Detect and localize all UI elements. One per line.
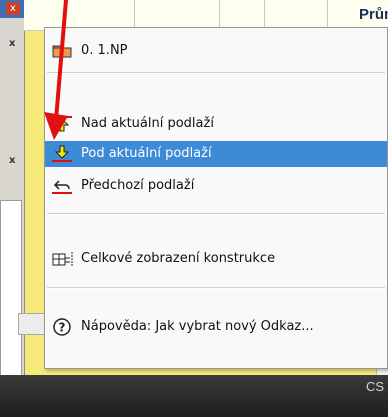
- menu-item-floor-1np[interactable]: 0. 1.NP: [45, 38, 387, 64]
- menu-item-floor-above[interactable]: Nad aktuální podlaží: [45, 111, 387, 137]
- menu-item-whole-structure[interactable]: Celkové zobrazení konstrukce: [45, 246, 387, 272]
- menu-item-label: Celkové zobrazení konstrukce: [81, 251, 276, 266]
- menu-separator: [47, 287, 385, 289]
- arrow-down-icon: [51, 145, 73, 163]
- menu-separator: [47, 72, 385, 74]
- panel-close-icon[interactable]: x: [9, 155, 15, 166]
- svg-text:?: ?: [59, 321, 66, 335]
- column-divider: [134, 0, 135, 30]
- arrow-up-icon: [51, 115, 73, 133]
- column-header-title[interactable]: Průmě: [359, 6, 388, 23]
- column-divider: [327, 0, 328, 30]
- bottom-bar-text: CS: [365, 379, 384, 394]
- menu-item-label: Pod aktuální podlaží: [81, 146, 212, 161]
- context-menu: 0. 1.NP Nad aktuální podlaží Pod aktuáln…: [44, 27, 388, 369]
- menu-separator: [47, 213, 385, 215]
- back-arrow-icon: [51, 177, 73, 195]
- menu-item-label: 0. 1.NP: [81, 43, 128, 58]
- column-divider: [64, 0, 65, 30]
- menu-item-label: Předchozí podlaží: [81, 178, 195, 193]
- help-icon: ?: [51, 318, 73, 336]
- left-panel: [0, 200, 22, 392]
- panel-close-icon[interactable]: x: [9, 38, 15, 49]
- menu-item-help[interactable]: ? Nápověda: Jak vybrat nový Odkaz...: [45, 314, 387, 340]
- close-icon[interactable]: x: [6, 2, 20, 15]
- menu-item-label: Nad aktuální podlaží: [81, 116, 214, 131]
- menu-item-label: Nápověda: Jak vybrat nový Odkaz...: [81, 319, 314, 334]
- column-divider: [219, 0, 220, 30]
- left-window-strip: x x x: [0, 0, 25, 417]
- column-divider: [264, 0, 265, 30]
- folder-icon: [51, 42, 73, 60]
- bottom-bar: CS: [0, 375, 388, 417]
- building-structure-icon: [51, 250, 73, 268]
- menu-item-previous-floor[interactable]: Předchozí podlaží: [45, 173, 387, 199]
- menu-item-floor-below[interactable]: Pod aktuální podlaží: [45, 141, 387, 167]
